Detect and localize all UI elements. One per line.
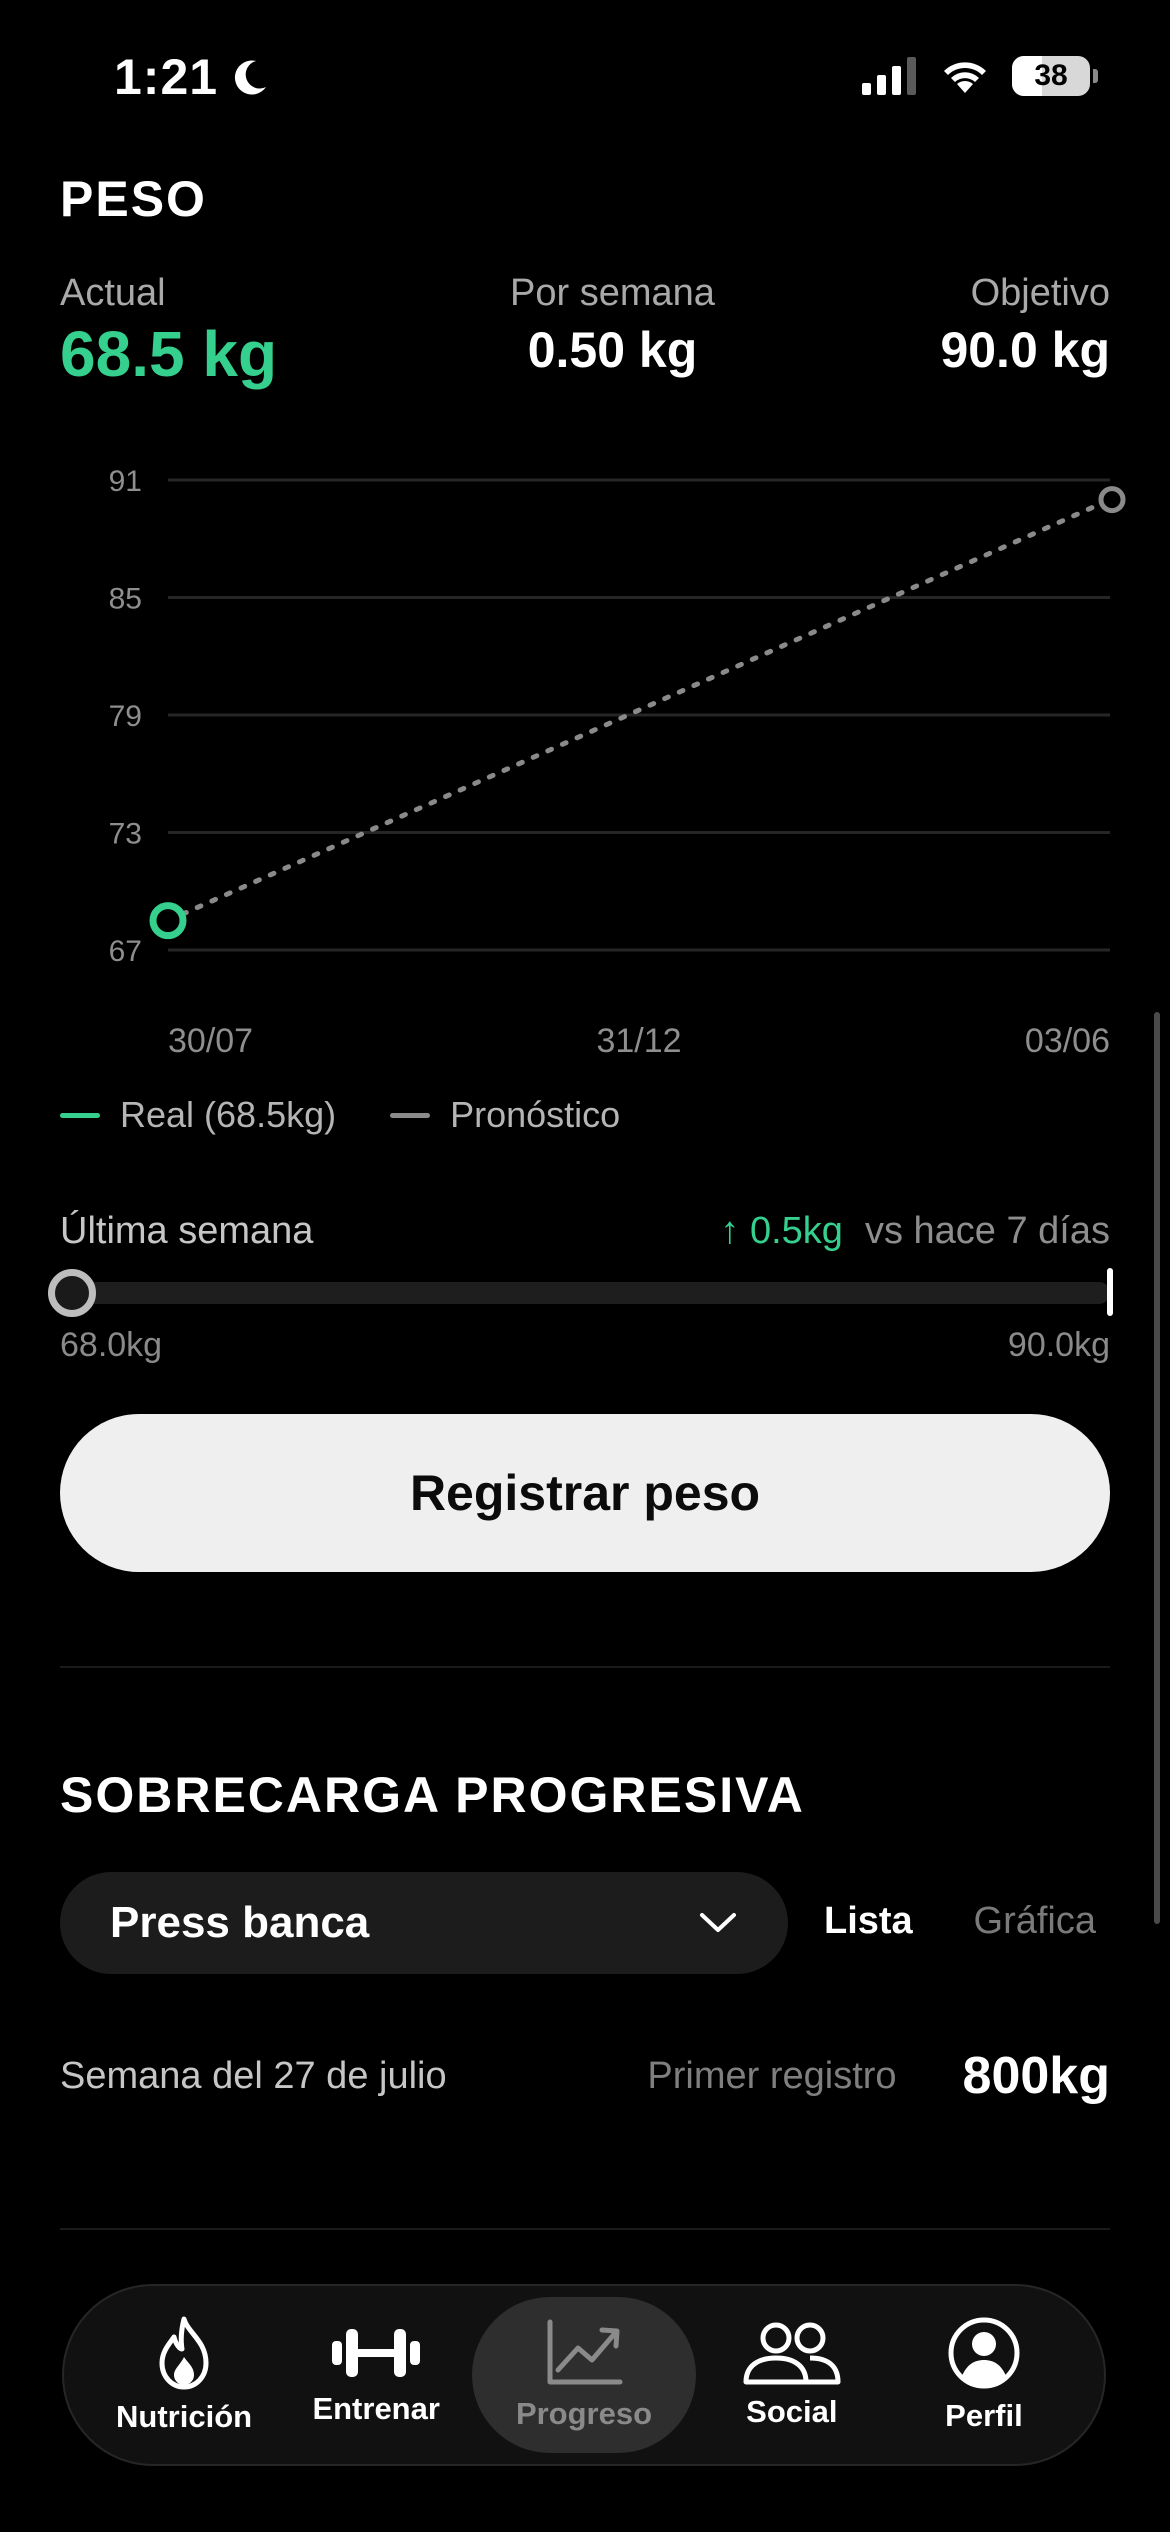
toggle-list[interactable]: Lista xyxy=(824,1900,913,1943)
track-max-label: 90.0kg xyxy=(1007,1326,1110,1364)
last-week-label: Última semana xyxy=(60,1210,314,1252)
week-value: 800kg xyxy=(962,2047,1110,2105)
stat-goal-value: 90.0 kg xyxy=(940,322,1110,378)
legend-real-label: Real (68.5kg) xyxy=(120,1094,337,1135)
last-week-change: ↑ 0.5kg xyxy=(720,1210,843,1252)
chart-goal-point xyxy=(1098,486,1126,514)
wifi-icon xyxy=(944,62,986,93)
stat-per-week: Por semana 0.50 kg xyxy=(460,272,765,379)
stat-actual: Actual 68.5 kg xyxy=(60,272,277,391)
week-row[interactable]: Semana del 27 de julio Primer registro 8… xyxy=(60,2046,1110,2106)
tab-social-label: Social xyxy=(746,2394,838,2429)
chart-forecast-line xyxy=(165,497,1113,924)
track-labels: 68.0kg 90.0kg xyxy=(60,1326,1110,1365)
tab-social[interactable]: Social xyxy=(696,2297,888,2453)
profile-icon xyxy=(948,2317,1020,2389)
chart-y-tick-label: 85 xyxy=(109,583,142,616)
chart-trend-icon xyxy=(547,2319,623,2385)
week-right: Primer registro 800kg xyxy=(647,2046,1110,2106)
chart-y-tick-label: 79 xyxy=(109,700,142,733)
stat-actual-value: 68.5 kg xyxy=(60,318,278,390)
battery-icon: 38 xyxy=(1012,56,1098,96)
toggle-chart[interactable]: Gráfica xyxy=(974,1900,1110,1943)
section-divider xyxy=(60,1666,1110,1668)
status-time-group: 1:21 xyxy=(114,48,270,106)
legend-forecast-swatch xyxy=(390,1112,431,1118)
chevron-down-icon xyxy=(700,1913,736,1932)
last-week-comparison: vs hace 7 días xyxy=(864,1210,1110,1252)
battery-nub xyxy=(1093,69,1098,83)
flame-icon xyxy=(159,2316,209,2390)
tab-profile[interactable]: Perfil xyxy=(888,2297,1080,2453)
exercise-dropdown-value: Press banca xyxy=(110,1898,370,1947)
weight-progress-goal-marker xyxy=(1107,1268,1113,1316)
status-indicators: 38 xyxy=(862,56,1098,96)
tab-nutrition-label: Nutrición xyxy=(116,2399,253,2434)
chart-y-tick-label: 73 xyxy=(109,818,142,851)
moon-icon xyxy=(234,60,267,95)
stat-goal: Objetivo 90.0 kg xyxy=(940,272,1110,379)
stat-actual-label: Actual xyxy=(60,272,166,314)
weight-section-title: PESO xyxy=(60,171,207,227)
chart-legend: Real (68.5kg) Pronóstico xyxy=(60,1094,674,1136)
chart-y-tick-label: 91 xyxy=(109,465,142,498)
tab-bar: Nutrición Entrenar Progreso Social Perfi… xyxy=(62,2284,1106,2466)
tab-train[interactable]: Entrenar xyxy=(280,2297,472,2453)
exercise-dropdown[interactable]: Press banca xyxy=(60,1872,788,1974)
legend-real-swatch xyxy=(60,1112,100,1118)
legend-real: Real (68.5kg) xyxy=(60,1094,336,1136)
stat-per-week-value: 0.50 kg xyxy=(527,322,698,378)
dumbbell-icon xyxy=(332,2329,421,2377)
legend-forecast-label: Pronóstico xyxy=(450,1094,621,1135)
status-time: 1:21 xyxy=(114,49,219,105)
chart-x-tick-label: 31/12 xyxy=(596,1022,681,1060)
tab-progress-label: Progreso xyxy=(515,2396,653,2431)
battery-level: 38 xyxy=(1034,59,1068,92)
signal-icon xyxy=(862,57,916,95)
chart-x-tick-label: 30/07 xyxy=(168,1022,253,1060)
stat-goal-label: Objetivo xyxy=(970,272,1110,314)
track-min-label: 68.0kg xyxy=(60,1326,163,1364)
section-divider-bottom xyxy=(60,2228,1110,2230)
tab-progress[interactable]: Progreso xyxy=(472,2297,696,2453)
overload-section-title: SOBRECARGA PROGRESIVA xyxy=(60,1767,805,1823)
register-weight-button[interactable]: Registrar peso xyxy=(60,1414,1110,1572)
chart-y-tick-label: 67 xyxy=(109,935,142,968)
tab-train-label: Entrenar xyxy=(312,2391,440,2426)
chart-actual-point xyxy=(149,902,187,940)
people-icon xyxy=(743,2322,841,2385)
weight-chart[interactable]: 91 85 79 73 67 30/07 31/12 03/06 xyxy=(0,440,1170,1080)
status-bar: 1:21 38 xyxy=(0,0,1170,150)
last-week-row: Última semana ↑ 0.5kg vs hace 7 días xyxy=(60,1210,1110,1253)
view-toggle: Lista Gráfica xyxy=(824,1900,1110,1943)
chart-x-tick-label: 03/06 xyxy=(1025,1022,1110,1060)
legend-forecast: Pronóstico xyxy=(390,1094,620,1136)
weight-progress-thumb xyxy=(48,1269,96,1317)
week-label: Semana del 27 de julio xyxy=(60,2054,447,2097)
tab-nutrition[interactable]: Nutrición xyxy=(88,2297,280,2453)
scrollbar[interactable] xyxy=(1154,1012,1160,1924)
last-week-change-group: ↑ 0.5kg vs hace 7 días xyxy=(720,1210,1110,1253)
weight-progress-track xyxy=(48,1268,1113,1317)
stat-per-week-label: Por semana xyxy=(510,272,715,314)
week-sub-label: Primer registro xyxy=(647,2054,897,2097)
tab-profile-label: Perfil xyxy=(945,2398,1023,2433)
